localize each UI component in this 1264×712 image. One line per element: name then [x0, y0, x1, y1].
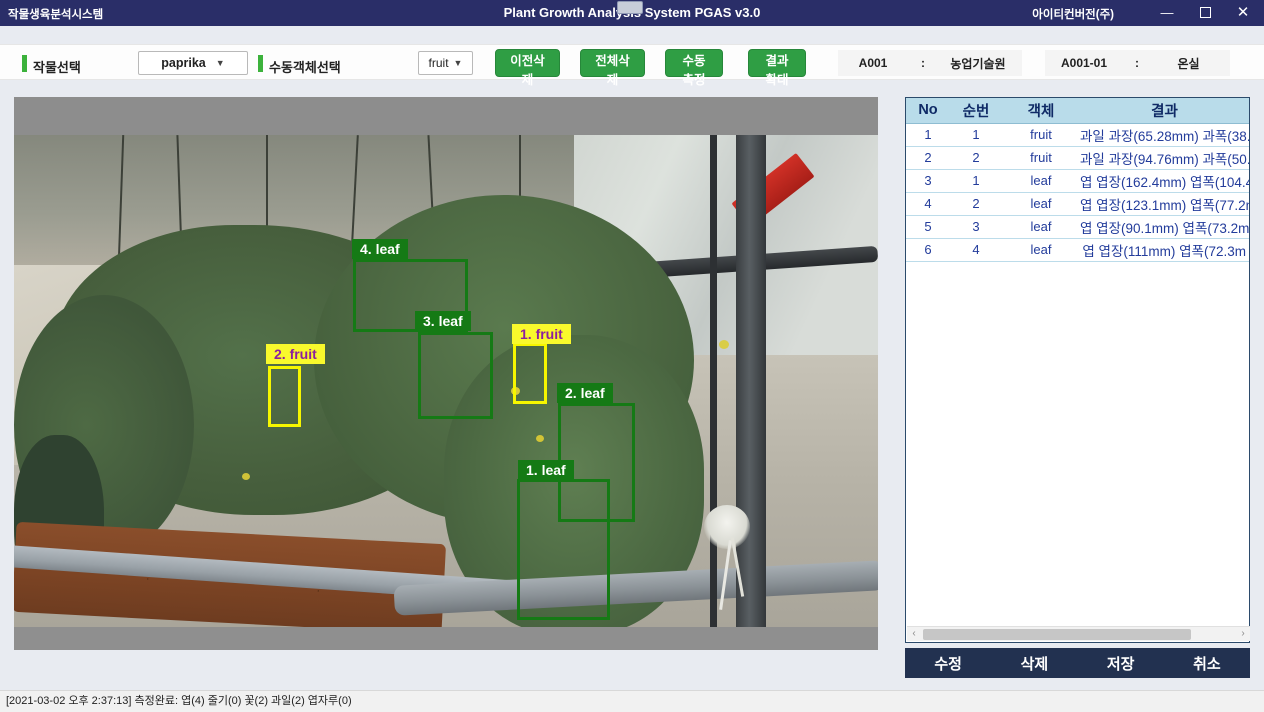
- cancel-button[interactable]: 취소: [1164, 648, 1250, 678]
- cell-no: 1: [906, 123, 950, 146]
- minimize-button[interactable]: —: [1150, 0, 1184, 26]
- detection-label-leaf: 4. leaf: [352, 239, 408, 259]
- maximize-icon: [1200, 7, 1211, 18]
- column-header-2[interactable]: 객체: [1002, 98, 1080, 123]
- cell-object: fruit: [1002, 123, 1080, 146]
- cell-no: 5: [906, 215, 950, 238]
- camera-image-panel[interactable]: 4. leaf 3. leaf 1. fruit 2. fruit 2. leaf 1. …: [14, 97, 878, 650]
- table-row[interactable]: 31leaf엽 엽장(162.4mm) 엽폭(104.4: [906, 169, 1249, 192]
- detection-box-leaf[interactable]: [517, 479, 610, 620]
- chevron-down-icon: ▼: [454, 58, 463, 68]
- results-table: No순번객체결과 11fruit과일 과장(65.28mm) 과폭(38.082…: [906, 98, 1249, 262]
- house-code: A001-01: [1045, 56, 1123, 70]
- site-code: A001: [838, 56, 908, 70]
- cell-result: 과일 과장(94.76mm) 과폭(50.6: [1080, 146, 1249, 169]
- flower-spot: [719, 340, 729, 349]
- house-name: 온실: [1151, 55, 1226, 72]
- cell-seq: 2: [950, 192, 1002, 215]
- flower-spot: [242, 473, 250, 480]
- close-button[interactable]: ✕: [1226, 0, 1260, 26]
- title-bar: 작물생육분석시스템 Plant Growth Analysis System P…: [0, 0, 1264, 26]
- house-colon: :: [1123, 56, 1151, 70]
- table-row[interactable]: 11fruit과일 과장(65.28mm) 과폭(38.08: [906, 123, 1249, 146]
- cell-object: fruit: [1002, 146, 1080, 169]
- cell-seq: 2: [950, 146, 1002, 169]
- site-info-box: A001 : 농업기술원: [838, 50, 1022, 76]
- cell-result: 엽 엽장(111mm) 엽폭(72.3m: [1080, 238, 1249, 261]
- accent-bar: [22, 55, 27, 72]
- cell-result: 엽 엽장(162.4mm) 엽폭(104.4: [1080, 169, 1249, 192]
- status-text: [2021-03-02 오후 2:37:13] 측정완료: 엽(4) 줄기(0)…: [6, 695, 352, 707]
- cell-seq: 4: [950, 238, 1002, 261]
- prev-delete-button[interactable]: 이전삭제: [495, 49, 560, 77]
- cell-object: leaf: [1002, 238, 1080, 261]
- detection-box-fruit[interactable]: [268, 366, 301, 427]
- detection-label-fruit: 1. fruit: [512, 324, 571, 344]
- toolbar: 작물선택 paprika ▼ 수동객체선택 fruit ▼ 이전삭제 전체삭제 수동…: [0, 44, 1264, 80]
- vertical-pipe: [736, 135, 766, 627]
- cell-object: leaf: [1002, 169, 1080, 192]
- cell-result: 엽 엽장(90.1mm) 엽폭(73.2m: [1080, 215, 1249, 238]
- detection-box-fruit[interactable]: [513, 343, 547, 404]
- delete-button[interactable]: 삭제: [991, 648, 1077, 678]
- detection-label-fruit: 2. fruit: [266, 344, 325, 364]
- edit-button[interactable]: 수정: [905, 648, 991, 678]
- detection-label-leaf: 3. leaf: [415, 311, 471, 331]
- string-bow: [704, 505, 750, 549]
- column-header-1[interactable]: 순번: [950, 98, 1002, 123]
- cell-object: leaf: [1002, 192, 1080, 215]
- column-header-0[interactable]: No: [906, 98, 950, 123]
- crop-select-dropdown[interactable]: paprika ▼: [138, 51, 248, 75]
- cell-no: 6: [906, 238, 950, 261]
- table-row[interactable]: 22fruit과일 과장(94.76mm) 과폭(50.6: [906, 146, 1249, 169]
- cell-no: 3: [906, 169, 950, 192]
- cursor-artifact: [617, 1, 643, 14]
- cell-no: 2: [906, 146, 950, 169]
- results-table-frame: No순번객체결과 11fruit과일 과장(65.28mm) 과폭(38.082…: [905, 97, 1250, 643]
- table-row[interactable]: 53leaf엽 엽장(90.1mm) 엽폭(73.2m: [906, 215, 1249, 238]
- flower-spot: [536, 435, 544, 442]
- cell-result: 엽 엽장(123.1mm) 엽폭(77.2m: [1080, 192, 1249, 215]
- save-button[interactable]: 저장: [1078, 648, 1164, 678]
- photo-bottom-band: [14, 627, 878, 650]
- scrollbar-thumb[interactable]: [923, 629, 1191, 640]
- manual-object-label: 수동객체선택: [269, 57, 341, 76]
- chevron-down-icon: ▼: [216, 58, 225, 68]
- cell-seq: 3: [950, 215, 1002, 238]
- detection-label-leaf: 1. leaf: [518, 460, 574, 480]
- cell-seq: 1: [950, 169, 1002, 192]
- cell-no: 4: [906, 192, 950, 215]
- house-info-box: A001-01 : 온실: [1045, 50, 1230, 76]
- panel-action-bar: 수정삭제저장취소: [905, 648, 1250, 678]
- accent-bar: [258, 55, 263, 72]
- crop-select-label: 작물선택: [33, 57, 81, 76]
- site-colon: :: [908, 56, 938, 70]
- column-header-3[interactable]: 결과: [1080, 98, 1249, 123]
- horizontal-scrollbar[interactable]: ‹ ›: [907, 626, 1250, 641]
- scroll-left-icon[interactable]: ‹: [907, 627, 921, 641]
- results-panel: No순번객체결과 11fruit과일 과장(65.28mm) 과폭(38.082…: [905, 97, 1250, 678]
- all-delete-button[interactable]: 전체삭제: [580, 49, 645, 77]
- cell-seq: 1: [950, 123, 1002, 146]
- crop-select-value: paprika: [161, 56, 205, 70]
- object-select-dropdown[interactable]: fruit ▼: [418, 51, 473, 75]
- detection-box-leaf[interactable]: [418, 332, 493, 419]
- detection-label-leaf: 2. leaf: [557, 383, 613, 403]
- cell-result: 과일 과장(65.28mm) 과폭(38.08: [1080, 123, 1249, 146]
- cell-object: leaf: [1002, 215, 1080, 238]
- manual-measure-button[interactable]: 수동측정: [665, 49, 723, 77]
- company-name: 아이티컨버전(주): [1032, 6, 1114, 22]
- table-body: 11fruit과일 과장(65.28mm) 과폭(38.0822fruit과일 …: [906, 123, 1249, 261]
- scroll-right-icon[interactable]: ›: [1236, 627, 1250, 641]
- vertical-pole: [710, 135, 717, 627]
- object-select-value: fruit: [429, 56, 449, 70]
- site-name: 농업기술원: [938, 55, 1018, 72]
- table-row[interactable]: 42leaf엽 엽장(123.1mm) 엽폭(77.2m: [906, 192, 1249, 215]
- result-zoom-button[interactable]: 결과확대: [748, 49, 806, 77]
- status-bar: [2021-03-02 오후 2:37:13] 측정완료: 엽(4) 줄기(0)…: [0, 690, 1264, 712]
- table-row[interactable]: 64leaf엽 엽장(111mm) 엽폭(72.3m: [906, 238, 1249, 261]
- table-header-row: No순번객체결과: [906, 98, 1249, 123]
- maximize-button[interactable]: [1188, 0, 1222, 26]
